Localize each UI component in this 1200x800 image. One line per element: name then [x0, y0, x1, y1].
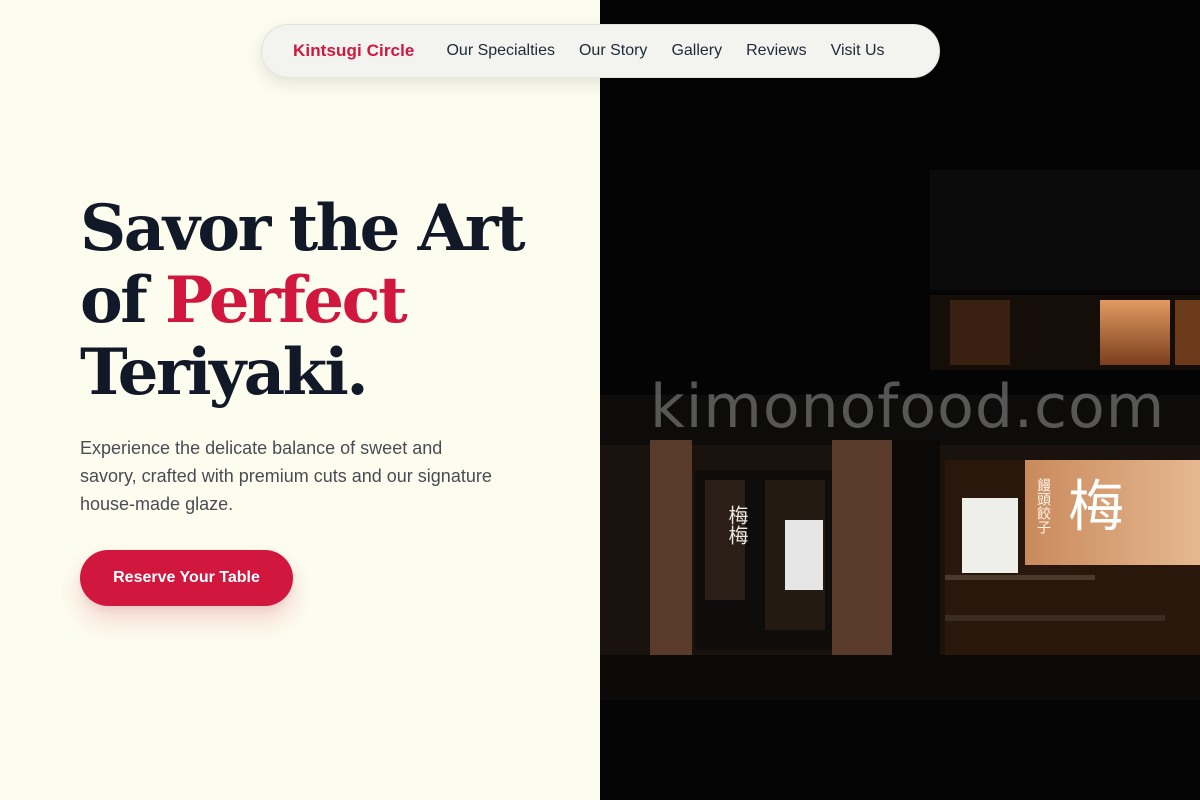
- headline-of: of: [80, 263, 165, 338]
- nav-link-visit-us[interactable]: Visit Us: [831, 42, 885, 60]
- reserve-table-button[interactable]: Reserve Your Table: [80, 550, 293, 606]
- brand-logo[interactable]: Kintsugi Circle: [293, 41, 414, 61]
- nav-link-reviews[interactable]: Reviews: [746, 42, 806, 60]
- noren-sign-small: 饅頭餃子: [1035, 478, 1051, 534]
- nav-link-our-specialties[interactable]: Our Specialties: [446, 42, 555, 60]
- headline-line-3: Teriyaki.: [80, 335, 369, 410]
- headline-line-1: Savor the Art: [80, 191, 526, 266]
- shop-sign-left: 梅梅: [725, 505, 749, 545]
- hero-photo: kimonofood.com 梅梅 梅 饅頭餃子: [600, 0, 1200, 800]
- nav-link-our-story[interactable]: Our Story: [579, 42, 647, 60]
- hero-headline: Savor the Art of Perfect Teriyaki.: [80, 191, 526, 410]
- watermark-text: kimonofood.com: [650, 372, 1166, 442]
- headline-accent-word: Perfect: [165, 263, 408, 338]
- noren-sign-large: 梅: [1068, 475, 1124, 540]
- top-navigation: Kintsugi Circle Our Specialties Our Stor…: [261, 24, 940, 78]
- hero-description: Experience the delicate balance of sweet…: [80, 438, 492, 514]
- nav-link-gallery[interactable]: Gallery: [671, 42, 722, 60]
